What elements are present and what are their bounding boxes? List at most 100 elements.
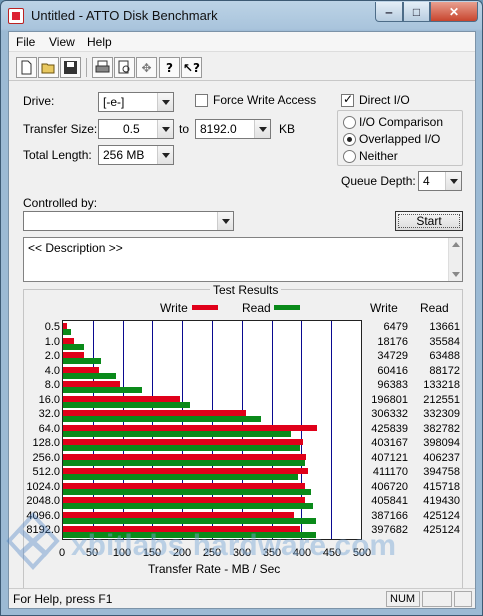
help-icon[interactable]: ?: [159, 57, 180, 78]
context-help-icon[interactable]: ↖?: [181, 57, 202, 78]
direct-io-checkbox[interactable]: [341, 92, 354, 107]
read-bar: [63, 343, 85, 350]
read-value: 332309: [423, 408, 460, 421]
read-bar: [63, 372, 116, 379]
y-tick-label: 128.0: [32, 437, 60, 450]
results-title: Test Results: [210, 283, 282, 297]
write-value: 407121: [371, 451, 408, 464]
print-preview-icon[interactable]: [114, 57, 135, 78]
chart-plot-area: [62, 320, 362, 540]
toolbar: ✥ ? ↖?: [9, 53, 475, 81]
read-bar: [63, 430, 292, 437]
x-tick-label: 200: [172, 547, 192, 559]
write-value: 96383: [377, 379, 408, 392]
controlled-by-select[interactable]: [23, 211, 234, 231]
y-tick-label: 1024.0: [26, 480, 60, 493]
legend-write-swatch: [192, 305, 218, 310]
client-area: File View Help ✥ ? ↖? Drive: [-e-] Force…: [8, 31, 476, 609]
read-value: 382782: [423, 422, 460, 435]
io-comparison-label: I/O Comparison: [359, 115, 444, 129]
read-value: 398094: [423, 437, 460, 450]
y-tick-label: 16.0: [38, 393, 60, 406]
x-tick-label: 100: [112, 547, 132, 559]
menu-help[interactable]: Help: [87, 35, 112, 49]
open-icon[interactable]: [38, 57, 59, 78]
y-tick-label: 2048.0: [26, 495, 60, 508]
menu-view[interactable]: View: [49, 35, 75, 49]
read-value: 35584: [429, 335, 460, 348]
app-window: Untitled - ATTO Disk Benchmark ‒ □ ✕ Fil…: [0, 0, 483, 616]
read-bar: [63, 459, 306, 466]
y-tick-label: 32.0: [38, 408, 60, 421]
move-icon[interactable]: ✥: [136, 57, 157, 78]
read-bar: [63, 387, 143, 394]
drive-label: Drive:: [23, 94, 55, 108]
col-write-header: Write: [370, 301, 398, 315]
x-tick-label: 400: [292, 547, 312, 559]
y-tick-label: 8192.0: [26, 524, 60, 537]
transfer-to-select[interactable]: 8192.0: [195, 119, 271, 139]
write-value: 6479: [383, 321, 408, 333]
read-bar: [63, 358, 101, 365]
x-tick-label: 350: [262, 547, 282, 559]
neither-label: Neither: [359, 149, 398, 163]
col-read-header: Read: [420, 301, 449, 315]
read-bar: [63, 488, 311, 495]
x-tick-label: 300: [232, 547, 252, 559]
scroll-up-icon[interactable]: [452, 242, 460, 247]
y-tick-label: 4.0: [44, 364, 60, 377]
start-button[interactable]: Start: [395, 211, 463, 231]
write-value: 397682: [371, 524, 408, 537]
queue-depth-select[interactable]: 4: [418, 171, 462, 191]
status-help-text: For Help, press F1: [13, 592, 113, 606]
menu-file[interactable]: File: [16, 35, 35, 49]
write-value: 306332: [371, 408, 408, 421]
read-bar: [63, 401, 190, 408]
app-icon: [8, 8, 24, 24]
force-write-checkbox[interactable]: [195, 94, 208, 107]
scroll-down-icon[interactable]: [452, 272, 460, 277]
write-value: 406720: [371, 480, 408, 493]
total-length-select[interactable]: 256 MB: [98, 145, 174, 165]
new-icon[interactable]: [16, 57, 37, 78]
read-value: 133218: [423, 379, 460, 392]
read-bar: [63, 532, 317, 539]
radio-overlapped-io[interactable]: [343, 133, 356, 146]
description-box[interactable]: << Description >>: [23, 237, 463, 282]
x-tick-label: 50: [85, 547, 99, 559]
chevron-down-icon: [157, 120, 173, 138]
x-tick-label: 150: [142, 547, 162, 559]
minimize-button[interactable]: ‒: [375, 2, 403, 22]
description-scrollbar[interactable]: [448, 238, 462, 281]
transfer-size-label: Transfer Size:: [23, 122, 98, 136]
overlapped-io-label: Overlapped I/O: [359, 132, 441, 146]
total-length-label: Total Length:: [23, 148, 92, 162]
read-value: 63488: [429, 350, 460, 363]
status-scroll: [422, 591, 452, 607]
read-value: 394758: [423, 466, 460, 479]
save-icon[interactable]: [60, 57, 81, 78]
queue-depth-label: Queue Depth:: [341, 174, 416, 188]
read-value: 425124: [423, 509, 460, 522]
description-text: << Description >>: [28, 241, 123, 255]
title-bar[interactable]: Untitled - ATTO Disk Benchmark ‒ □ ✕: [1, 1, 482, 31]
status-num: NUM: [386, 591, 420, 607]
maximize-button[interactable]: □: [403, 2, 430, 22]
write-value: 34729: [377, 350, 408, 363]
read-bar: [63, 416, 262, 423]
drive-select-value: [-e-]: [103, 95, 125, 109]
print-icon[interactable]: [92, 57, 113, 78]
window-title: Untitled - ATTO Disk Benchmark: [31, 8, 218, 23]
read-bar: [63, 329, 72, 335]
x-tick-label: 0: [58, 547, 66, 559]
radio-io-comparison[interactable]: [343, 116, 356, 129]
radio-neither[interactable]: [343, 150, 356, 163]
queue-depth-value: 4: [423, 174, 430, 188]
controlled-by-label: Controlled by:: [23, 196, 98, 210]
close-button[interactable]: ✕: [430, 2, 478, 22]
transfer-from-select[interactable]: 0.5: [98, 119, 174, 139]
read-value: 415718: [423, 480, 460, 493]
read-value: 419430: [423, 495, 460, 508]
drive-select[interactable]: [-e-]: [98, 92, 174, 112]
y-tick-label: 64.0: [38, 422, 60, 435]
